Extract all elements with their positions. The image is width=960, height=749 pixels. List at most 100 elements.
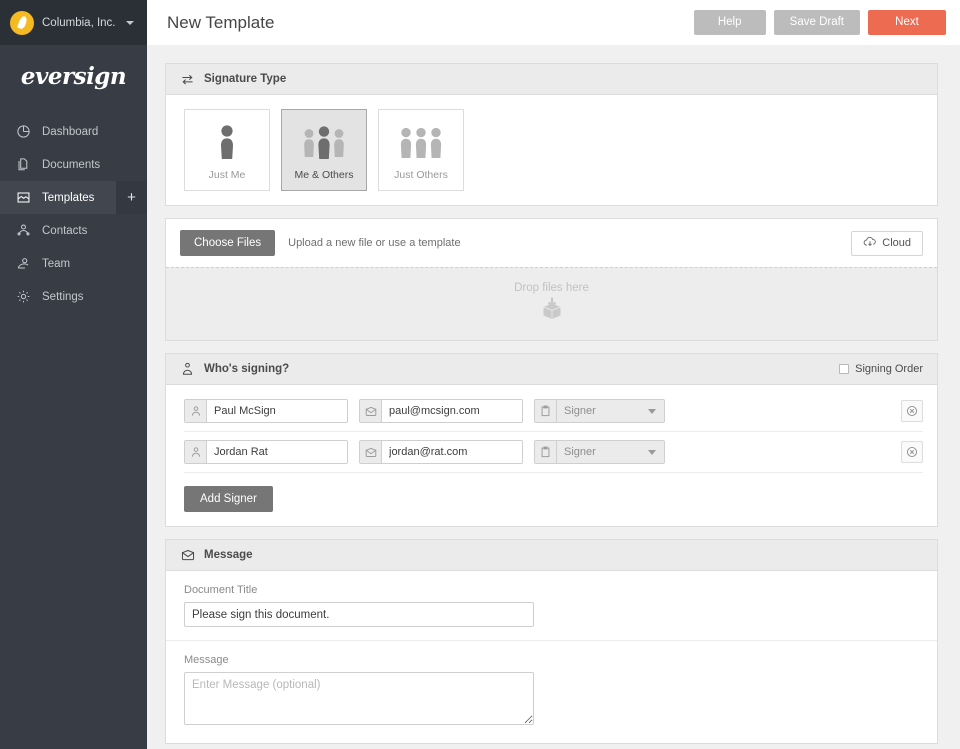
panel-title: Signature Type: [204, 73, 286, 85]
upload-hint: Upload a new file or use a template: [288, 237, 460, 249]
signers-panel: Who's signing? Signing Order: [165, 353, 938, 527]
chevron-down-icon: [648, 450, 656, 455]
sidebar-item-contacts[interactable]: Contacts: [0, 214, 147, 247]
signature-type-label: Just Others: [394, 169, 448, 181]
signer-name-field[interactable]: [184, 440, 348, 464]
message-header: Message: [166, 540, 937, 571]
cloud-button-label: Cloud: [882, 237, 911, 249]
content-scroll: Signature Type Just Me: [147, 45, 960, 749]
cloud-button[interactable]: Cloud: [851, 231, 923, 256]
top-bar-actions: Help Save Draft Next: [694, 10, 946, 35]
one-person-icon: [217, 121, 237, 161]
document-title-label: Document Title: [184, 584, 919, 596]
signers-list: Signer: [166, 385, 937, 526]
brand-name: eversign: [21, 63, 126, 90]
signer-name-input[interactable]: [207, 441, 347, 463]
sidebar-item-templates[interactable]: Templates +: [0, 181, 147, 214]
choose-files-button[interactable]: Choose Files: [180, 230, 275, 256]
document-title-input[interactable]: [184, 602, 534, 627]
chevron-down-icon: [126, 21, 134, 25]
message-textarea[interactable]: [184, 672, 534, 725]
clipboard-icon: [535, 441, 557, 463]
sidebar-item-label: Team: [42, 258, 70, 270]
pie-chart-icon: [16, 124, 31, 139]
panel-title: Who's signing?: [204, 363, 289, 375]
sidebar-item-team[interactable]: Team: [0, 247, 147, 280]
signature-type-header: Signature Type: [166, 64, 937, 95]
signature-type-panel: Signature Type Just Me: [165, 63, 938, 206]
three-people-highlight-center-icon: [301, 121, 347, 161]
next-button[interactable]: Next: [868, 10, 946, 35]
cloud-download-icon: [863, 236, 877, 251]
clipboard-icon: [535, 400, 557, 422]
sidebar: Columbia, Inc. eversign Dashboard: [0, 0, 147, 749]
eversign-leaf-logo-icon: [10, 11, 34, 35]
signer-person-icon: [180, 362, 195, 377]
dropzone-label: Drop files here: [514, 282, 589, 294]
box-download-icon: [539, 296, 565, 327]
signer-name-field[interactable]: [184, 399, 348, 423]
sidebar-item-documents[interactable]: Documents: [0, 148, 147, 181]
sidebar-item-label: Documents: [42, 159, 100, 171]
upload-panel: Choose Files Upload a new file or use a …: [165, 218, 938, 341]
signer-role-select[interactable]: Signer: [534, 399, 665, 423]
sidebar-item-label: Dashboard: [42, 126, 98, 138]
documents-icon: [16, 157, 31, 172]
add-signer-button[interactable]: Add Signer: [184, 486, 273, 512]
signers-header: Who's signing? Signing Order: [166, 354, 937, 385]
signature-type-option-just-others[interactable]: Just Others: [378, 109, 464, 191]
sidebar-nav: Dashboard Documents Templates +: [0, 115, 147, 313]
sidebar-item-label: Contacts: [42, 225, 87, 237]
person-icon: [185, 441, 207, 463]
signer-row: Signer: [184, 432, 923, 473]
three-people-icon: [398, 121, 444, 161]
signature-type-options: Just Me: [166, 95, 937, 205]
brand-logo: eversign: [0, 45, 147, 107]
page-title: New Template: [167, 13, 274, 33]
signing-order-label: Signing Order: [855, 363, 923, 375]
add-template-button[interactable]: +: [116, 181, 147, 214]
signer-role-value[interactable]: Signer: [557, 441, 664, 463]
save-draft-button[interactable]: Save Draft: [774, 10, 860, 35]
app-root: Columbia, Inc. eversign Dashboard: [0, 0, 960, 749]
signer-role-select[interactable]: Signer: [534, 440, 665, 464]
message-panel: Message Document Title Message: [165, 539, 938, 744]
signer-email-field[interactable]: [359, 399, 523, 423]
message-text-group: Message: [166, 641, 937, 743]
remove-signer-button[interactable]: [901, 400, 923, 422]
sidebar-item-dashboard[interactable]: Dashboard: [0, 115, 147, 148]
sidebar-item-label: Templates: [42, 192, 94, 204]
help-button[interactable]: Help: [694, 10, 766, 35]
signer-row: Signer: [184, 391, 923, 432]
message-body: Document Title Message: [166, 571, 937, 743]
org-name: Columbia, Inc.: [42, 17, 116, 29]
signer-role-text: Signer: [564, 405, 596, 417]
message-label: Message: [184, 654, 919, 666]
gear-icon: [16, 289, 31, 304]
signer-email-input[interactable]: [382, 441, 522, 463]
panel-title: Message: [204, 549, 253, 561]
signer-role-text: Signer: [564, 446, 596, 458]
signature-type-option-just-me[interactable]: Just Me: [184, 109, 270, 191]
remove-signer-button[interactable]: [901, 441, 923, 463]
signature-type-label: Just Me: [209, 169, 246, 181]
contacts-icon: [16, 223, 31, 238]
chevron-down-icon: [648, 409, 656, 414]
signature-type-option-me-and-others[interactable]: Me & Others: [281, 109, 367, 191]
team-icon: [16, 256, 31, 271]
sidebar-item-label: Settings: [42, 291, 84, 303]
signer-name-input[interactable]: [207, 400, 347, 422]
signer-role-value[interactable]: Signer: [557, 400, 664, 422]
signer-email-input[interactable]: [382, 400, 522, 422]
upload-toolbar: Choose Files Upload a new file or use a …: [166, 219, 937, 267]
org-switcher[interactable]: Columbia, Inc.: [0, 0, 147, 45]
template-icon: [16, 190, 31, 205]
signing-order-toggle[interactable]: Signing Order: [839, 363, 923, 375]
dropzone[interactable]: Drop files here: [166, 267, 937, 340]
main-area: New Template Help Save Draft Next Signat…: [147, 0, 960, 749]
sidebar-item-settings[interactable]: Settings: [0, 280, 147, 313]
envelope-icon: [360, 400, 382, 422]
person-icon: [185, 400, 207, 422]
signing-order-checkbox[interactable]: [839, 364, 849, 374]
signer-email-field[interactable]: [359, 440, 523, 464]
